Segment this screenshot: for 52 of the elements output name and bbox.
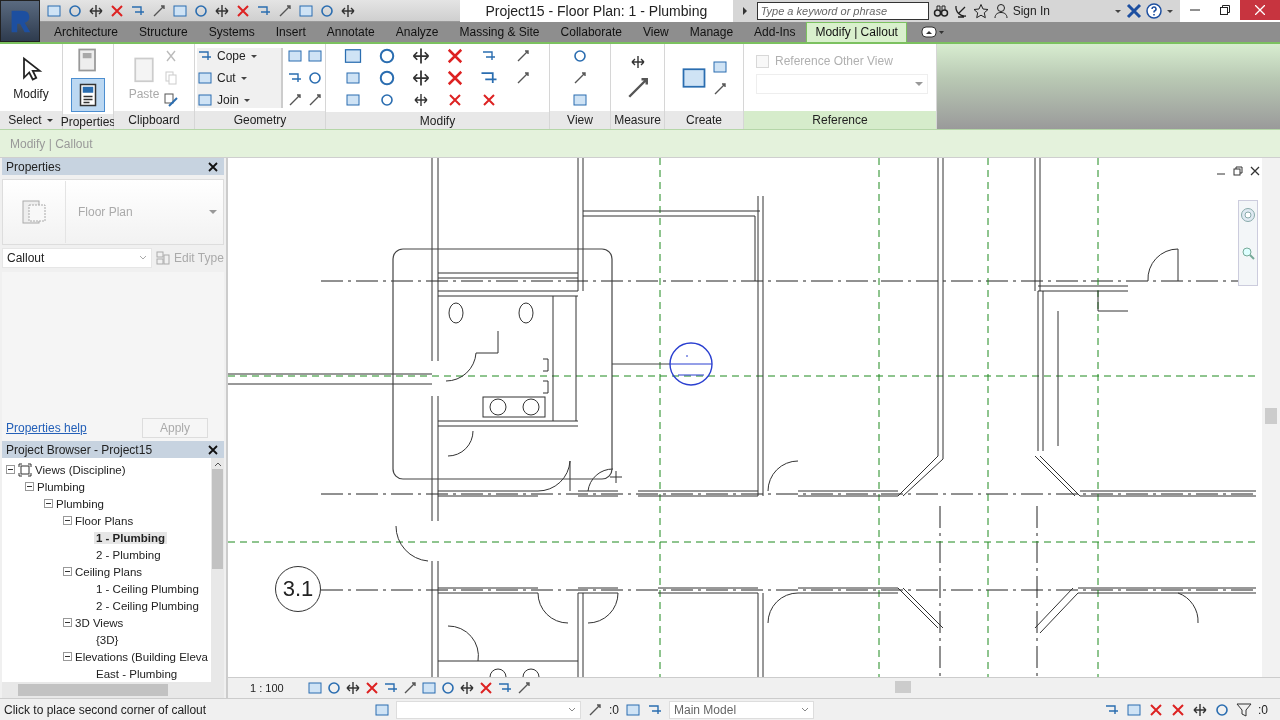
options-bar-label: Modify | Callout (10, 136, 93, 151)
panel-title: Properties (60, 114, 116, 129)
checkbox-label: Reference Other View (775, 54, 893, 68)
properties-help-link[interactable]: Properties help (6, 421, 87, 435)
panel-title: View (567, 113, 593, 127)
status-message: Click to place second corner of callout (3, 702, 208, 717)
tree-item[interactable]: 3D Views (75, 616, 124, 629)
tree-item[interactable]: Floor Plans (75, 514, 134, 527)
instance-filter-dropdown[interactable]: Callout (2, 248, 152, 268)
tree-item[interactable]: Elevations (Building Eleva (75, 650, 208, 663)
ribbon-tab[interactable]: Insert (261, 22, 313, 42)
ribbon-tab[interactable]: Annotate (312, 22, 382, 42)
design-option-dropdown[interactable]: Main Model (669, 700, 814, 719)
tree-item[interactable]: Views (Discipline) (35, 463, 126, 476)
filter-count: :0 (1258, 702, 1268, 717)
tree-item[interactable]: East - Plumbing (94, 667, 180, 680)
ribbon-tab[interactable]: Modify | Callout (806, 22, 907, 42)
ribbon-tab[interactable]: Massing & Site (445, 22, 547, 42)
ribbon-tab[interactable]: Manage (675, 22, 741, 42)
modify-button[interactable]: Modify (13, 86, 49, 101)
tree-item[interactable]: Plumbing (56, 497, 104, 510)
panel-title: Clipboard (128, 113, 180, 127)
geometry-tool-button[interactable]: Cut (197, 69, 248, 86)
geometry-tool-button[interactable]: Cope (197, 47, 258, 64)
tree-item[interactable]: 2 - Plumbing (94, 548, 163, 561)
workset-count: :0 (609, 702, 619, 717)
panel-title: Modify (419, 113, 456, 128)
panel-title: Properties (6, 159, 61, 174)
ribbon-tab[interactable]: Collaborate (546, 22, 629, 42)
view-scale[interactable]: 1 : 100 (250, 682, 284, 694)
ribbon-tab[interactable]: Systems (194, 22, 262, 42)
ribbon-tab[interactable]: Structure (125, 22, 195, 42)
ribbon-tab[interactable]: Analyze (381, 22, 446, 42)
ribbon-tab[interactable]: View (628, 22, 676, 42)
ribbon-tab[interactable]: Add-Ins (740, 22, 803, 42)
sign-in-button[interactable]: Sign In (1012, 4, 1050, 18)
geometry-tool-button[interactable]: Join (197, 91, 251, 108)
tree-item[interactable]: 1 - Ceiling Plumbing (94, 582, 201, 595)
tree-item[interactable]: 2 - Ceiling Plumbing (94, 599, 201, 612)
ribbon-tab[interactable]: Architecture (40, 22, 126, 42)
window-title: Project15 - Floor Plan: 1 - Plumbing (484, 3, 709, 19)
panel-title: Measure (614, 113, 661, 127)
panel-title: Create (686, 113, 722, 127)
grid-bubble[interactable]: 3.1 (275, 566, 321, 612)
panel-title: Geometry (233, 113, 287, 127)
panel-title: Project Browser - Project15 (6, 442, 153, 457)
tree-item[interactable]: 1 - Plumbing (94, 531, 167, 544)
tree-item[interactable]: Ceiling Plans (75, 565, 143, 578)
panel-title: Reference (812, 113, 868, 127)
search-field[interactable]: Type a keyword or phrase (756, 2, 929, 20)
tree-item[interactable]: Plumbing (37, 480, 85, 493)
tree-item[interactable]: {3D} (94, 633, 121, 646)
